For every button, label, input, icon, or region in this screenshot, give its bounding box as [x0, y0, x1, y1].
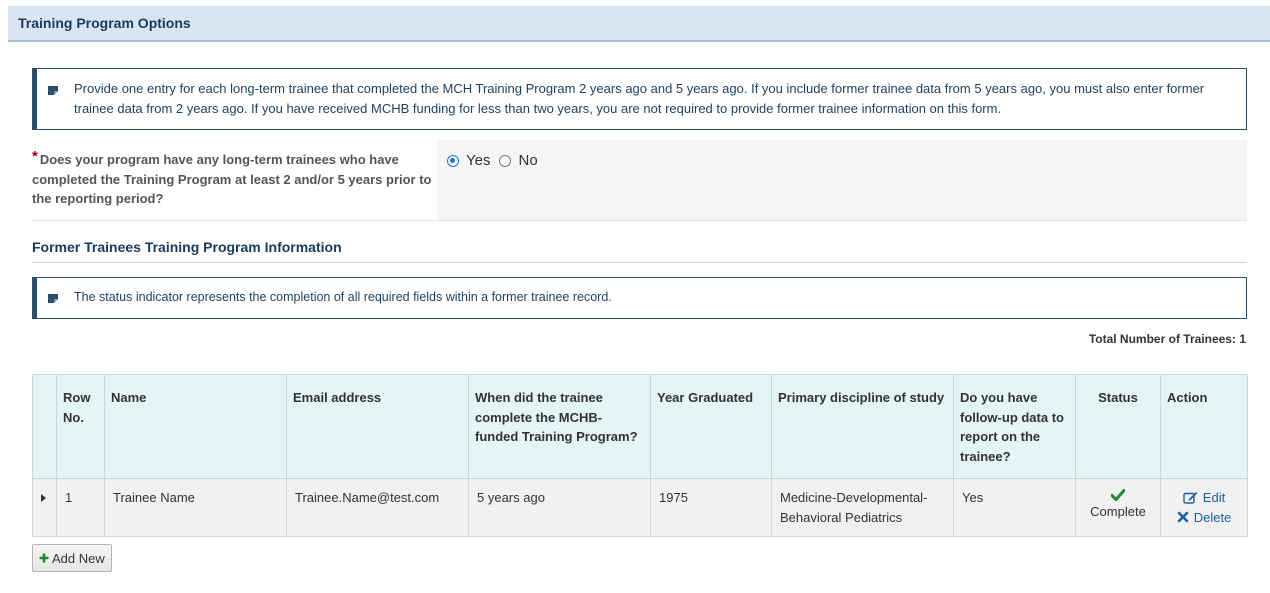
- check-icon: [1111, 489, 1125, 501]
- cell-completion: 5 years ago: [468, 478, 651, 537]
- column-header-status[interactable]: Status: [1075, 374, 1161, 479]
- cell-action: Edit Delete: [1160, 478, 1248, 537]
- column-header-row-no[interactable]: Row No.: [56, 374, 105, 479]
- radio-no[interactable]: [499, 154, 512, 167]
- question-label: * Does your program have any long-term tr…: [32, 148, 432, 209]
- column-header-expander: [32, 374, 57, 479]
- section-header: Training Program Options: [8, 6, 1270, 42]
- note-icon: [48, 294, 58, 303]
- trainees-table: Row No. Name Email address When did the …: [32, 374, 1248, 537]
- delete-link[interactable]: Delete: [1165, 508, 1243, 528]
- total-label: Total Number of Trainees:: [1088, 332, 1236, 346]
- edit-label[interactable]: Edit: [1203, 488, 1225, 508]
- question-answer-area: Yes No: [437, 140, 1247, 220]
- cell-row-no: 1: [56, 478, 105, 537]
- trainees-question: * Does your program have any long-term tr…: [32, 140, 1247, 221]
- cell-email: Trainee.Name@test.com: [286, 478, 469, 537]
- cell-status: Complete: [1075, 478, 1161, 537]
- table-row: 1 Trainee Name Trainee.Name@test.com 5 y…: [32, 478, 1248, 537]
- instructions-box: Provide one entry for each long-term tra…: [32, 68, 1247, 130]
- radio-yes-label[interactable]: Yes: [466, 152, 490, 169]
- yes-no-radio-group: Yes No: [447, 152, 538, 169]
- edit-icon: [1183, 492, 1198, 504]
- question-text: Does your program have any long-term tra…: [32, 152, 432, 206]
- cell-followup: Yes: [953, 478, 1076, 537]
- note-icon: [48, 86, 58, 95]
- radio-yes[interactable]: [447, 154, 459, 167]
- radio-no-label[interactable]: No: [518, 152, 537, 169]
- column-header-email[interactable]: Email address: [286, 374, 469, 479]
- cell-discipline: Medicine-Developmental-Behavioral Pediat…: [771, 478, 954, 537]
- caret-right-icon[interactable]: [41, 494, 46, 502]
- status-label: Complete: [1090, 504, 1146, 519]
- column-header-followup[interactable]: Do you have follow-up data to report on …: [953, 374, 1076, 479]
- total-trainees: Total Number of Trainees: 1: [1089, 332, 1246, 346]
- total-value: 1: [1239, 332, 1246, 346]
- table-header-row: Row No. Name Email address When did the …: [32, 374, 1248, 479]
- column-header-discipline[interactable]: Primary discipline of study: [771, 374, 954, 479]
- add-new-button[interactable]: Add New: [32, 544, 112, 572]
- section-title: Former Trainees Training Program Informa…: [32, 239, 1247, 263]
- delete-label[interactable]: Delete: [1194, 508, 1232, 528]
- column-header-year[interactable]: Year Graduated: [650, 374, 772, 479]
- row-expander[interactable]: [32, 478, 57, 537]
- delete-x-icon: [1177, 511, 1189, 523]
- cell-year: 1975: [650, 478, 772, 537]
- status-info-text: The status indicator represents the comp…: [74, 290, 612, 304]
- cell-name: Trainee Name: [104, 478, 287, 537]
- instructions-text: Provide one entry for each long-term tra…: [74, 81, 1205, 116]
- edit-link[interactable]: Edit: [1165, 488, 1243, 508]
- required-marker: *: [32, 148, 38, 165]
- page-title: Training Program Options: [18, 15, 191, 31]
- column-header-action: Action: [1160, 374, 1248, 479]
- column-header-name[interactable]: Name: [104, 374, 287, 479]
- plus-icon: [39, 553, 49, 563]
- column-header-completion[interactable]: When did the trainee complete the MCHB-f…: [468, 374, 651, 479]
- status-info-box: The status indicator represents the comp…: [32, 277, 1247, 319]
- add-new-label[interactable]: Add New: [52, 551, 105, 566]
